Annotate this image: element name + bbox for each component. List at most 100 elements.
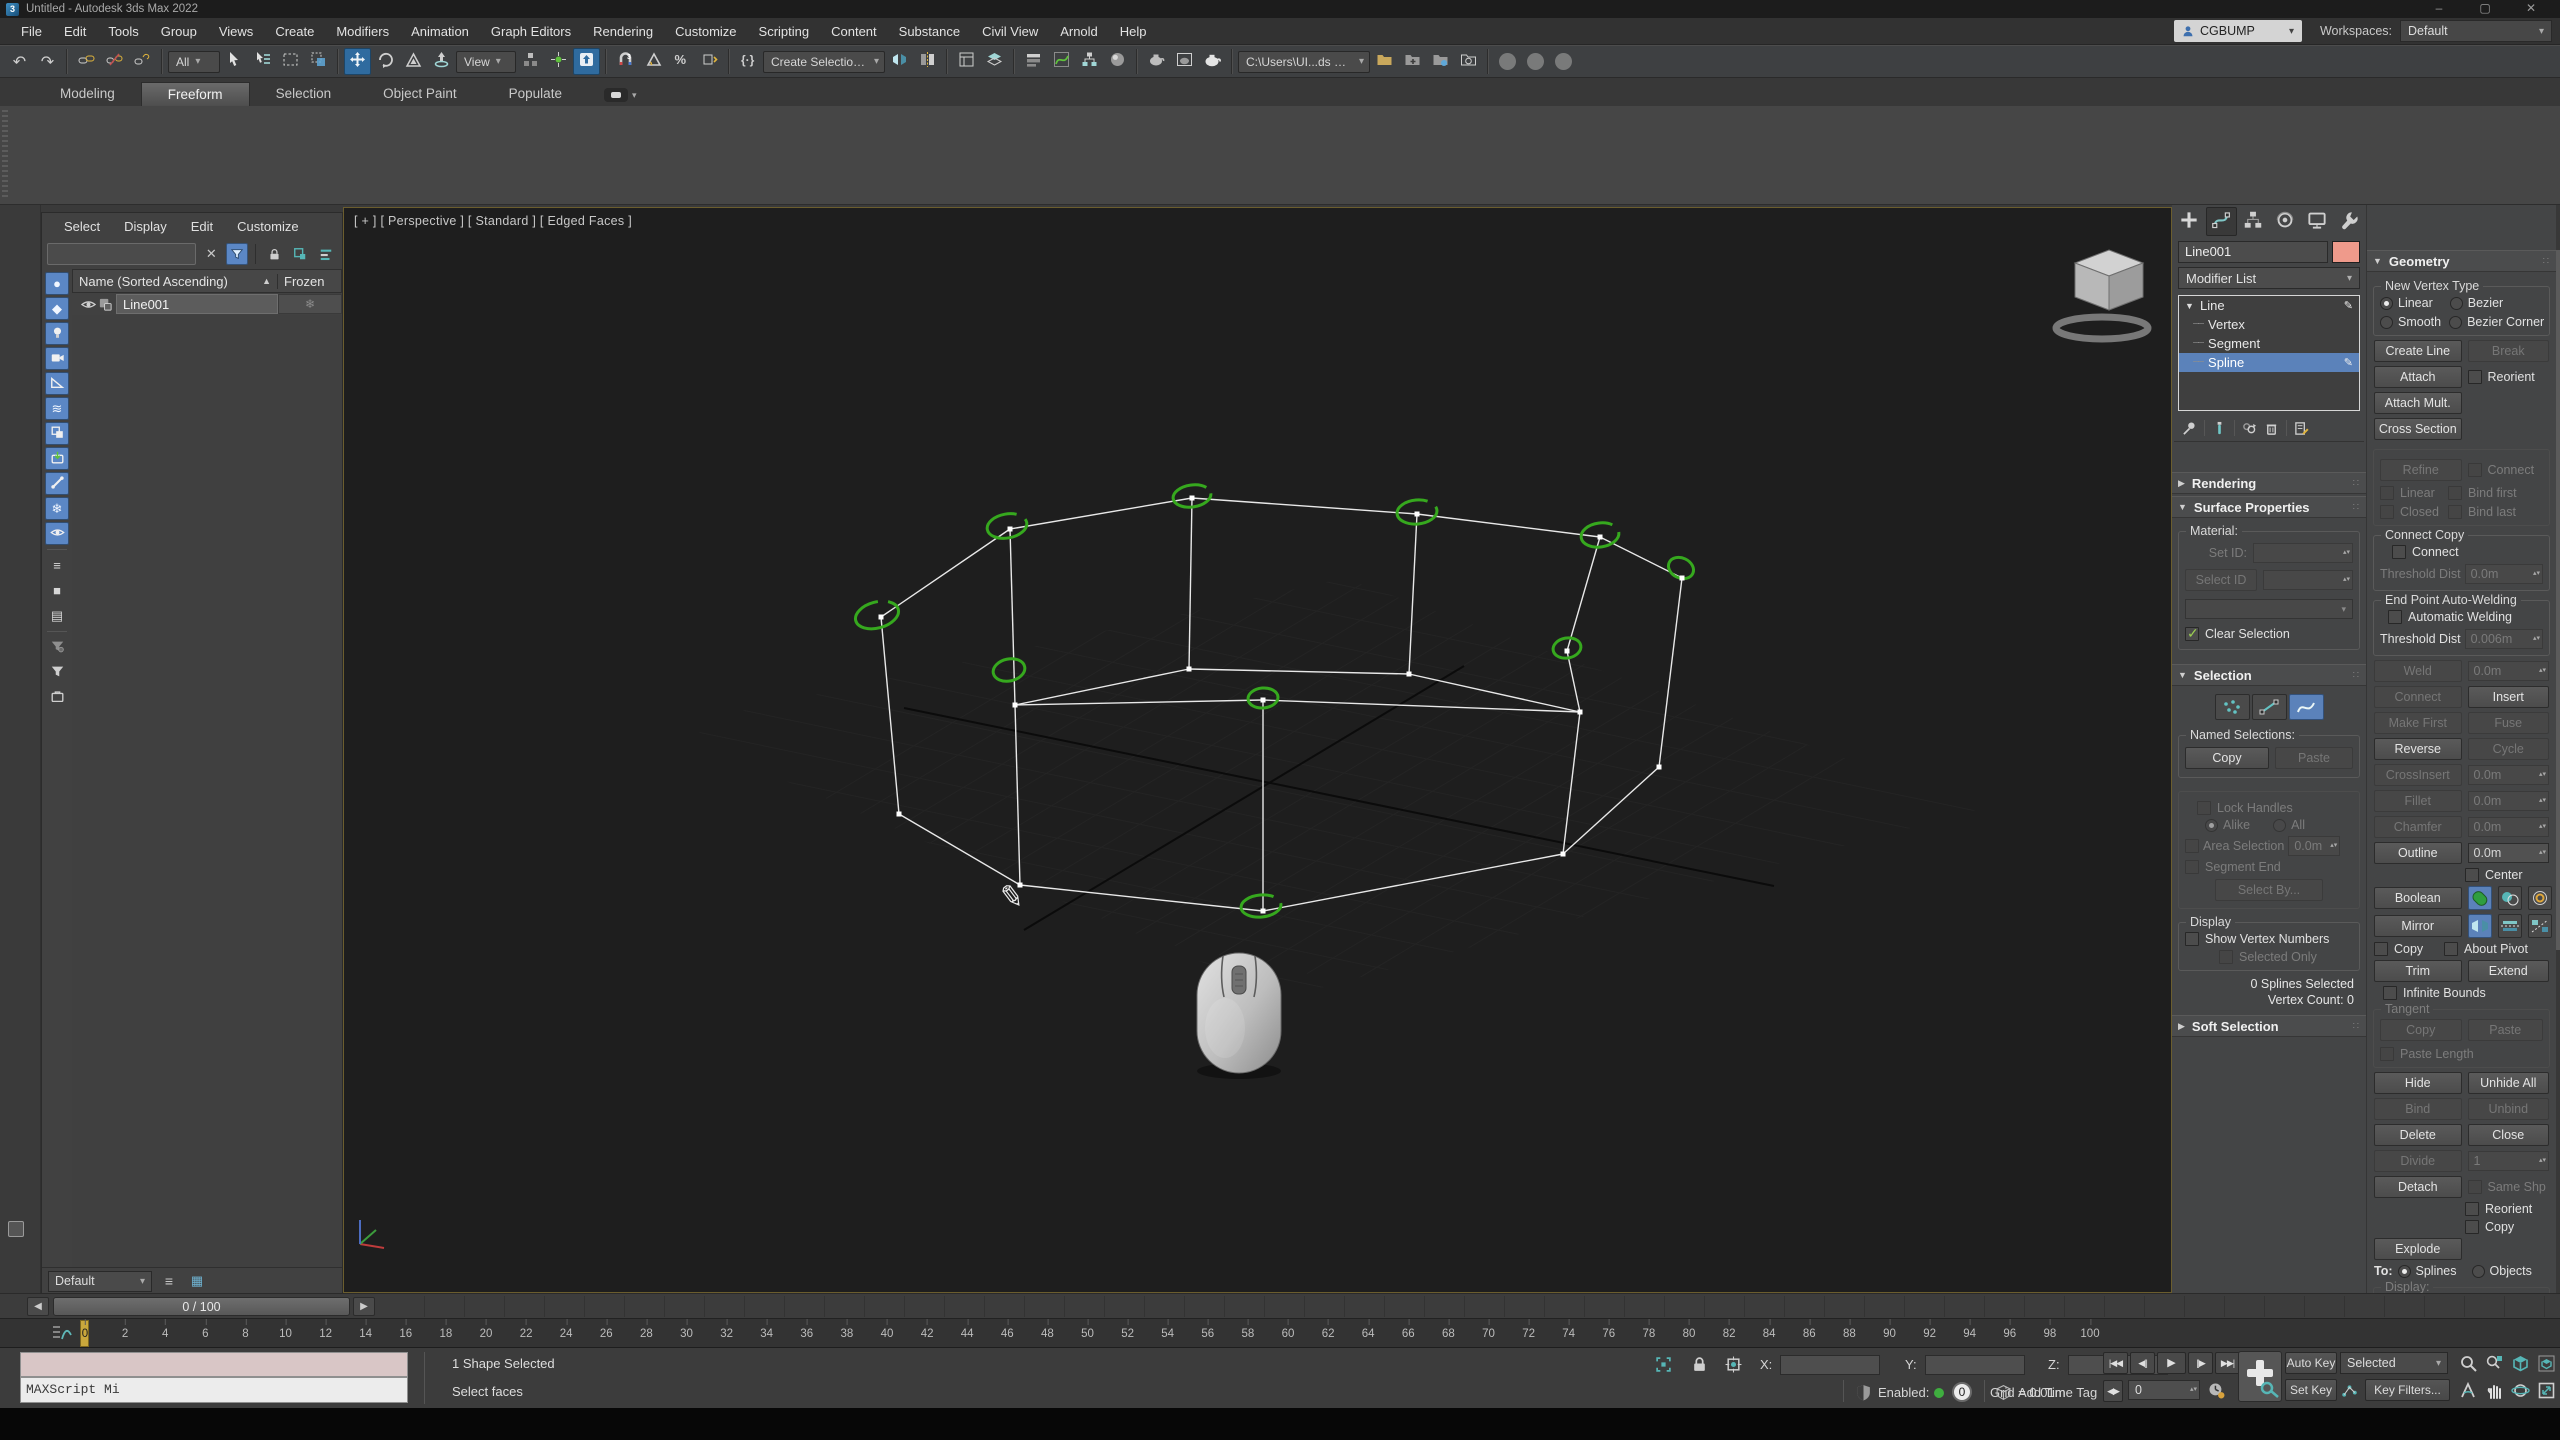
frame-tick-26[interactable]: 26: [600, 1328, 613, 1340]
command-tab-motion[interactable]: [2270, 207, 2301, 236]
key-mode-toggle[interactable]: ◀▶: [2103, 1380, 2123, 1402]
viewcube[interactable]: [2044, 236, 2172, 351]
select-and-link-icon[interactable]: [73, 48, 100, 75]
menu-customize[interactable]: Customize: [664, 18, 747, 45]
menu-substance[interactable]: Substance: [888, 18, 971, 45]
command-tab-hierarchy[interactable]: [2238, 207, 2269, 236]
render-setup-icon[interactable]: [1143, 48, 1170, 75]
display-helpers-icon[interactable]: [45, 372, 69, 395]
frame-tick-60[interactable]: 60: [1282, 1328, 1295, 1340]
time-configuration-icon[interactable]: [2205, 1379, 2227, 1401]
frame-tick-22[interactable]: 22: [520, 1328, 533, 1340]
subobject-vertex-icon[interactable]: [2215, 694, 2250, 720]
named-selection-paste-button[interactable]: Paste: [2275, 747, 2353, 769]
select-by-name-icon[interactable]: [249, 48, 276, 75]
docked-panel-icon[interactable]: [8, 1221, 24, 1237]
remove-modifier-icon[interactable]: [2264, 421, 2279, 436]
select-and-rotate-icon[interactable]: [372, 48, 399, 75]
recent-projects-icon[interactable]: [1455, 48, 1482, 75]
mirror-copy-checkbox[interactable]: [2374, 942, 2388, 956]
undo-icon[interactable]: ↶: [6, 48, 33, 75]
create-line-button[interactable]: Create Line: [2374, 340, 2462, 362]
lock-handles-checkbox[interactable]: [2197, 801, 2211, 815]
set-keys-button[interactable]: [2238, 1351, 2282, 1402]
named-selection-sets-dropdown[interactable]: Create Selection Set▾: [763, 51, 885, 73]
toggle-ribbon-icon[interactable]: [1020, 48, 1047, 75]
frame-tick-6[interactable]: 6: [202, 1328, 208, 1340]
redo-icon[interactable]: ↷: [34, 48, 61, 75]
field-of-view-icon[interactable]: [2456, 1378, 2480, 1402]
select-and-move-icon[interactable]: [344, 48, 371, 75]
reorient-checkbox[interactable]: [2468, 370, 2482, 384]
rollout-geometry[interactable]: ▼Geometry∷: [2367, 250, 2556, 272]
key-filters-button[interactable]: Key Filters...: [2365, 1379, 2450, 1401]
percent-snap-icon[interactable]: %: [668, 48, 695, 75]
frame-tick-74[interactable]: 74: [1562, 1328, 1575, 1340]
outline-spinner[interactable]: 0.0m▴▾: [2468, 843, 2550, 863]
default-in-out-tangents-icon[interactable]: [2338, 1379, 2360, 1401]
same-shp-checkbox[interactable]: [2468, 1180, 2482, 1194]
connect-button[interactable]: Connect: [2374, 686, 2462, 708]
zoom-all-icon[interactable]: [2482, 1351, 2506, 1375]
modifier-list-dropdown[interactable]: Modifier List▾: [2178, 267, 2360, 289]
explorer-column-headers[interactable]: Name (Sorted Ascending)▲ Frozen: [72, 269, 342, 293]
ribbon-tab-freeform[interactable]: Freeform: [141, 82, 250, 106]
area-selection-checkbox[interactable]: [2185, 839, 2199, 853]
layer-list-icon[interactable]: ≡: [158, 1270, 180, 1292]
object-color-swatch[interactable]: [2332, 241, 2360, 263]
select-and-manipulate-icon[interactable]: [545, 48, 572, 75]
boolean-button[interactable]: Boolean: [2374, 887, 2462, 909]
command-tab-utilities[interactable]: [2333, 207, 2364, 236]
close-button-geometry[interactable]: Close: [2468, 1124, 2550, 1146]
make-unique-icon[interactable]: [2242, 421, 2257, 436]
set-project-folder-icon[interactable]: [1427, 48, 1454, 75]
subobject-spline-icon[interactable]: [2289, 694, 2324, 720]
display-spacewarps-icon[interactable]: ≋: [45, 397, 69, 420]
viewport-canvas[interactable]: [344, 208, 2172, 1293]
visibility-eye-icon[interactable]: [81, 297, 96, 312]
key-selection-dropdown[interactable]: Selected▾: [2340, 1352, 2448, 1374]
display-cameras-icon[interactable]: [45, 347, 69, 370]
project-folder-path-dropdown[interactable]: C:\Users\UI...ds Max 2022▾: [1238, 51, 1370, 73]
frame-tick-68[interactable]: 68: [1442, 1328, 1455, 1340]
frame-tick-10[interactable]: 10: [279, 1328, 292, 1340]
ribbon-display-toggle[interactable]: ▾: [604, 88, 637, 102]
ribbon-grip[interactable]: [2, 110, 8, 200]
schematic-view-icon[interactable]: [1076, 48, 1103, 75]
rollout-surface-properties[interactable]: ▼Surface Properties∷: [2172, 496, 2366, 518]
play-animation-button[interactable]: ▶: [2157, 1352, 2186, 1374]
frame-tick-82[interactable]: 82: [1723, 1328, 1736, 1340]
frame-tick-100[interactable]: 100: [2080, 1328, 2099, 1340]
frame-tick-40[interactable]: 40: [881, 1328, 894, 1340]
clear-selection-checkbox[interactable]: [2185, 627, 2199, 641]
frame-tick-92[interactable]: 92: [1923, 1328, 1936, 1340]
rendered-frame-window-icon[interactable]: [1171, 48, 1198, 75]
frame-tick-98[interactable]: 98: [2043, 1328, 2056, 1340]
frame-tick-8[interactable]: 8: [242, 1328, 248, 1340]
reverse-button[interactable]: Reverse: [2374, 738, 2462, 760]
weld-spinner[interactable]: 0.0m▴▾: [2468, 661, 2550, 681]
explorer-menu-select[interactable]: Select: [54, 219, 110, 234]
pick-parent-icon[interactable]: [289, 243, 311, 265]
frame-tick-52[interactable]: 52: [1121, 1328, 1134, 1340]
frame-tick-48[interactable]: 48: [1041, 1328, 1054, 1340]
selection-lock-toggle-icon[interactable]: [1688, 1353, 1710, 1375]
select-and-scale-icon[interactable]: [400, 48, 427, 75]
select-and-place-icon[interactable]: [428, 48, 455, 75]
infinite-bounds-checkbox[interactable]: [2383, 986, 2397, 1000]
open-project-folder-icon[interactable]: [1399, 48, 1426, 75]
maximize-viewport-toggle-icon[interactable]: [2534, 1378, 2558, 1402]
next-frame-arrow[interactable]: ▶: [353, 1297, 375, 1316]
frame-tick-4[interactable]: 4: [162, 1328, 168, 1340]
animation-layer-badge[interactable]: 0: [1952, 1382, 1972, 1402]
select-id-spinner[interactable]: ▴▾: [2263, 570, 2353, 590]
frame-tick-62[interactable]: 62: [1322, 1328, 1335, 1340]
flyout-2-icon[interactable]: [1527, 53, 1544, 70]
display-hidden-icon[interactable]: [45, 522, 69, 545]
hide-button[interactable]: Hide: [2374, 1072, 2462, 1094]
command-tab-display[interactable]: [2301, 207, 2332, 236]
fillet-button[interactable]: Fillet: [2374, 790, 2462, 812]
frame-tick-56[interactable]: 56: [1201, 1328, 1214, 1340]
fillet-spinner[interactable]: 0.0m▴▾: [2468, 791, 2550, 811]
mirror-vertical-icon[interactable]: [2498, 914, 2522, 938]
